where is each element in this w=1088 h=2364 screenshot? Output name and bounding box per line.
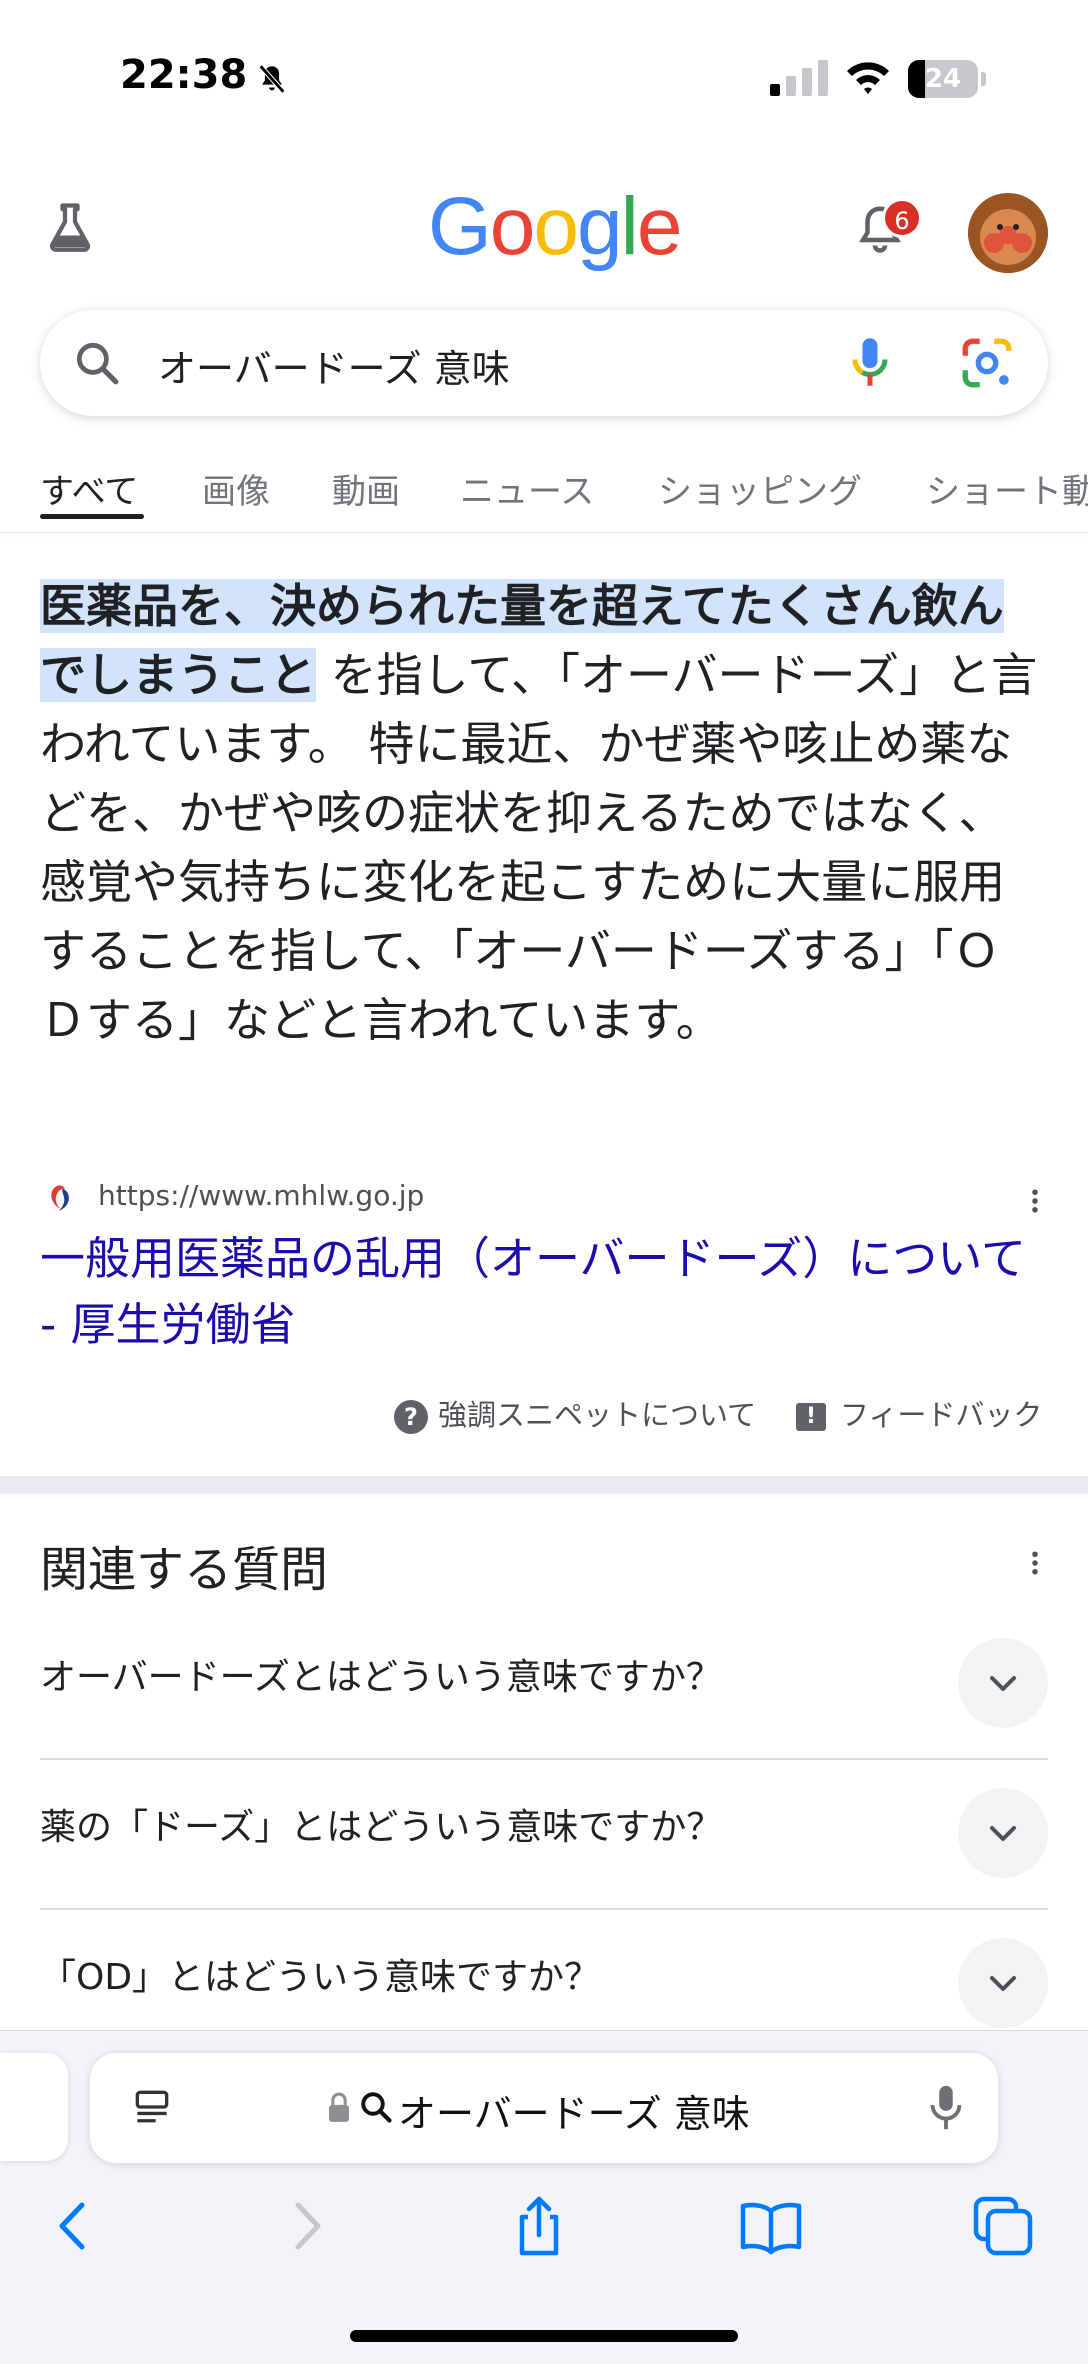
logo-letter: g [577, 181, 623, 272]
related-question-text: オーバードーズとはどういう意味ですか？ [40, 1657, 722, 1698]
tab-videos[interactable]: 動画 [332, 464, 400, 513]
home-indicator [350, 2330, 738, 2342]
battery-level-text: 24 [924, 64, 962, 94]
tab-short-videos[interactable]: ショート動画 [926, 464, 1088, 513]
dictation-mic-icon[interactable] [926, 2083, 966, 2133]
chevron-down-icon [990, 1976, 1016, 1991]
related-question-text: 「OD」とはどういう意味ですか？ [40, 1957, 601, 1998]
search-icon [76, 342, 119, 385]
lock-icon [328, 2092, 350, 2122]
back-arrow-icon[interactable] [38, 2191, 108, 2261]
snippet-footer: ? 強調スニペットについて ! フィードバック [0, 1392, 1088, 1436]
address-bar-text: オーバードーズ 意味 [398, 2092, 750, 2136]
tab-shopping[interactable]: ショッピング [658, 464, 862, 513]
search-query-text[interactable]: オーバードーズ 意味 [158, 338, 510, 393]
tab-images[interactable]: 画像 [202, 464, 270, 513]
result-more-options-icon[interactable] [1020, 1186, 1050, 1216]
logo-letter: l [620, 181, 639, 272]
safari-toolbar: オーバードーズ 意味 [0, 2030, 1088, 2364]
bell-slash-icon [258, 64, 286, 94]
feedback-icon: ! [796, 1403, 826, 1431]
share-icon[interactable] [504, 2191, 574, 2261]
source-url: https://www.mhlw.go.jp [98, 1179, 425, 1212]
tabs-overview-icon[interactable] [968, 2191, 1038, 2261]
expand-question-button[interactable] [958, 1638, 1048, 1728]
bookmarks-icon[interactable] [736, 2191, 806, 2261]
feedback-button[interactable]: ! フィードバック [796, 1392, 1042, 1436]
wifi-icon [847, 62, 889, 94]
expand-question-button[interactable] [958, 1938, 1048, 2028]
search-bar[interactable]: オーバードーズ 意味 [40, 310, 1048, 416]
featured-snippet-text: 医薬品を、決められた量を超えてたくさん飲んでしまうこと を指して、「オーバードー… [40, 572, 1040, 1055]
tabs-divider [0, 532, 1088, 533]
voice-search-mic-icon[interactable] [840, 332, 900, 392]
cellular-signal-icon [770, 60, 828, 96]
expand-question-button[interactable] [958, 1788, 1048, 1878]
tab-all[interactable]: すべて [40, 464, 138, 513]
page-menu-icon[interactable] [130, 2085, 174, 2129]
snippet-source[interactable]: https://www.mhlw.go.jp [40, 1175, 1040, 1219]
chevron-down-icon [990, 1826, 1016, 1841]
search-labs-flask-icon[interactable] [40, 198, 100, 258]
chevron-down-icon [990, 1676, 1016, 1691]
forward-arrow-icon[interactable] [272, 2191, 342, 2261]
mhlw-favicon-icon [51, 1185, 69, 1211]
logo-letter: G [428, 181, 492, 272]
result-title-link[interactable]: 一般用医薬品の乱用（オーバードーズ）について - 厚生労働省 [40, 1226, 1050, 1358]
address-search-icon [361, 2092, 392, 2123]
status-time: 22:38 [120, 52, 248, 98]
related-question-item[interactable]: オーバードーズとはどういう意味ですか？ [40, 1610, 1048, 1760]
related-question-item[interactable]: 薬の「ドーズ」とはどういう意味ですか？ [40, 1760, 1048, 1910]
google-logo[interactable]: Google [428, 180, 683, 274]
battery-indicator: 24 [908, 60, 988, 98]
related-questions-title: 関連する質問 [40, 1542, 329, 1598]
logo-letter: o [489, 181, 536, 272]
about-featured-snippets-button[interactable]: ? 強調スニペットについて [394, 1392, 756, 1436]
snippet-body: を指して、「オーバードーズ」と言われています。 特に最近、かぜ薬や咳止め薬などを… [40, 648, 1038, 1047]
related-question-text: 薬の「ドーズ」とはどういう意味ですか？ [40, 1807, 723, 1848]
about-label: 強調スニペットについて [438, 1398, 757, 1432]
related-questions-more-icon[interactable] [1020, 1548, 1050, 1578]
tab-news[interactable]: ニュース [460, 464, 594, 513]
active-tab-indicator [40, 514, 144, 519]
google-lens-icon[interactable] [958, 334, 1016, 392]
account-avatar[interactable] [968, 193, 1048, 273]
feedback-label: フィードバック [840, 1398, 1043, 1432]
section-separator [0, 1476, 1088, 1494]
previous-tab-preview[interactable] [0, 2053, 68, 2161]
notification-count-badge: 6 [882, 198, 922, 238]
logo-letter: o [533, 181, 579, 272]
search-tabs: すべて 画像 動画 ニュース ショッピング ショート動画 [0, 460, 1088, 532]
safari-address-bar[interactable]: オーバードーズ 意味 [90, 2053, 998, 2163]
help-icon: ? [394, 1400, 428, 1434]
logo-letter: e [636, 181, 683, 272]
